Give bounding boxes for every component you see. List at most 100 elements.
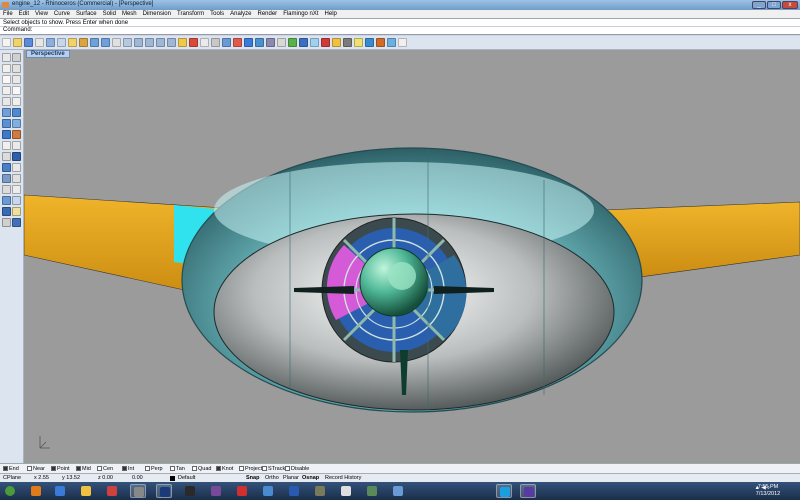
osnap-near[interactable]: Near [27,466,45,472]
gimp-icon[interactable] [312,484,328,498]
osnap-quad[interactable]: Quad [192,466,211,472]
osnap-checkbox[interactable] [97,466,102,472]
environment-icon[interactable] [321,38,330,47]
named-views-icon[interactable] [189,38,198,47]
menu-edit[interactable]: Edit [16,10,32,18]
polyline-icon[interactable] [2,64,11,73]
calc-icon[interactable] [364,484,380,498]
search-icon[interactable] [338,484,354,498]
print-icon[interactable] [35,38,44,47]
start-icon[interactable] [2,484,18,498]
material-icon[interactable] [288,38,297,47]
sun-icon[interactable] [332,38,341,47]
zoom-icon[interactable] [134,38,143,47]
array-icon[interactable] [2,152,11,161]
menu-dimension[interactable]: Dimension [140,10,174,18]
close-button[interactable]: x [782,1,798,9]
extrude-icon[interactable] [12,108,21,117]
analyze-icon[interactable] [12,207,21,216]
osnap-perp[interactable]: Perp [145,466,163,472]
select-icon[interactable] [2,53,11,62]
help-icon[interactable] [398,38,407,47]
explorer-icon[interactable] [52,484,68,498]
skype-icon[interactable] [496,484,512,498]
photoshop-icon[interactable] [156,484,172,498]
osnap-checkbox[interactable] [27,466,32,472]
menu-mesh[interactable]: Mesh [119,10,140,18]
box-icon[interactable] [2,119,11,128]
taskbar-clock[interactable]: 7:55 PM 7/13/2012 [748,484,788,498]
ghosted-icon[interactable] [310,38,319,47]
cut-icon[interactable] [57,38,66,47]
ortho-toggle[interactable]: Ortho [265,475,279,482]
trim-icon[interactable] [12,152,21,161]
word-icon[interactable] [286,484,302,498]
properties-icon[interactable] [244,38,253,47]
shade-icon[interactable] [299,38,308,47]
menu-curve[interactable]: Curve [51,10,73,18]
menu-flamingo[interactable]: Flamingo nXt [280,10,321,18]
arc-icon[interactable] [2,75,11,84]
osnap-disable[interactable]: Disable [285,466,309,472]
group-icon[interactable] [12,174,21,183]
planar-toggle[interactable]: Planar [283,475,299,482]
render-icon[interactable] [2,207,11,216]
object-snap-icon[interactable] [255,38,264,47]
mesh-icon[interactable] [2,130,11,139]
perspective-viewport[interactable] [24,50,800,463]
osnap-point[interactable]: Point [51,466,70,472]
rhino-icon[interactable] [130,484,146,498]
menu-analyze[interactable]: Analyze [227,10,254,18]
curve-icon[interactable] [12,64,21,73]
paste-icon[interactable] [79,38,88,47]
new-icon[interactable] [2,38,11,47]
options-icon[interactable] [387,38,396,47]
render-icon[interactable] [277,38,286,47]
redo-icon[interactable] [101,38,110,47]
sphere-icon[interactable] [12,119,21,128]
dimension-icon[interactable] [2,185,11,194]
osnap-end[interactable]: End [3,466,19,472]
surface-icon[interactable] [2,108,11,117]
osnap-checkbox[interactable] [216,466,221,472]
save-icon[interactable] [24,38,33,47]
osnap-checkbox[interactable] [239,466,244,472]
fillet-icon[interactable] [12,97,21,106]
maximize-button[interactable]: □ [767,1,781,9]
ellipse-icon[interactable] [2,86,11,95]
4-views-icon[interactable] [200,38,209,47]
move-icon[interactable] [12,141,21,150]
osnap-knot[interactable]: Knot [216,466,233,472]
record-history-toggle[interactable]: Record History [325,475,361,482]
osnap-checkbox[interactable] [262,466,267,472]
menu-tools[interactable]: Tools [207,10,227,18]
inkscape-icon[interactable] [182,484,198,498]
media-player-icon[interactable] [104,484,120,498]
osnap-checkbox[interactable] [285,466,290,472]
menu-surface[interactable]: Surface [73,10,100,18]
eye-icon[interactable] [520,484,536,498]
rectangle-icon[interactable] [12,86,21,95]
split-icon[interactable] [2,163,11,172]
firefox-icon[interactable] [28,484,44,498]
text-icon[interactable] [12,185,21,194]
menu-file[interactable]: File [0,10,16,18]
snap-toggle[interactable]: Snap [246,475,259,482]
minimize-button[interactable]: _ [752,1,766,9]
zoom-target-icon[interactable] [178,38,187,47]
point-icon[interactable] [12,53,21,62]
folder-icon[interactable] [78,484,94,498]
zoom-window-icon[interactable] [145,38,154,47]
pdf-icon[interactable] [234,484,250,498]
layer-icon[interactable] [233,38,242,47]
layer-icon[interactable] [2,196,11,205]
render-window-icon[interactable] [365,38,374,47]
osnap-checkbox[interactable] [170,466,175,472]
menu-view[interactable]: View [32,10,51,18]
rotate-view-icon[interactable] [123,38,132,47]
menu-render[interactable]: Render [255,10,281,18]
zoom-extents-icon[interactable] [156,38,165,47]
light-icon[interactable] [354,38,363,47]
camera-icon[interactable] [343,38,352,47]
cplane-label[interactable]: CPlane [3,475,21,482]
